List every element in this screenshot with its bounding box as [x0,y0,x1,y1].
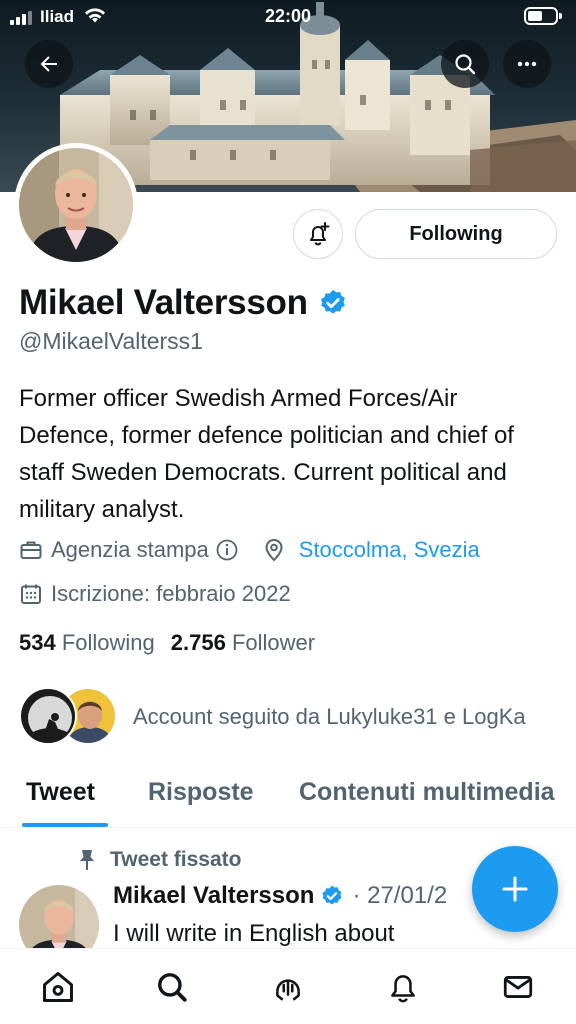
nav-search[interactable] [152,967,192,1007]
messages-icon [503,976,533,998]
calendar-icon [19,582,43,606]
followed-by-avatars [19,685,119,747]
profile-bio: Former officer Swedish Armed Forces/Air … [19,385,514,523]
search-icon [455,54,476,75]
tweet-author-name[interactable]: Mikael Valtersson [113,882,314,910]
verified-badge-icon[interactable] [318,288,348,318]
followed-by-text: Account seguito da Lukyluke31 e LogKa [133,703,526,729]
briefcase-icon [19,538,43,562]
profile-joined-date: Iscrizione: febbraio 2022 [51,581,291,606]
notifications-icon [391,975,415,1003]
profile-handle: @MikaelValterss1 [19,328,203,354]
notifications-bell-button[interactable] [293,209,343,259]
nav-notifications[interactable] [383,967,423,1007]
bell-plus-icon [310,222,330,246]
nav-spaces[interactable] [268,967,308,1007]
status-bar: Iliad 22:00 [0,0,576,34]
tab-replies[interactable]: Risposte [148,778,254,807]
verified-badge-icon [322,885,342,905]
display-name: Mikael Valtersson [19,283,308,322]
profile-tabs: Tweet Risposte Contenuti multimedia [0,770,576,828]
tweet-date: · 27/01/2 [352,882,448,909]
profile-location-link[interactable]: Stoccolma, Svezia [299,537,480,563]
active-tab-indicator [22,823,108,827]
pin-icon [78,849,96,871]
profile-category: Agenzia stampa [51,537,209,562]
more-horizontal-icon [517,61,537,67]
pinned-label-row: Tweet fissato [78,848,241,872]
tweet-header: Mikael Valtersson · 27/01/2 [113,882,447,910]
following-count: 534 [19,630,56,655]
profile-name-row: Mikael Valtersson [19,283,348,323]
home-icon [43,972,73,1002]
more-button[interactable] [503,40,551,88]
followers-stat[interactable]: 2.756 Follower [171,630,315,656]
following-label: Following [61,630,155,655]
location-pin-icon [263,538,285,562]
profile-avatar[interactable] [14,143,138,267]
followed-by-row[interactable]: Account seguito da Lukyluke31 e LogKa [19,685,533,747]
followers-label: Follower [231,630,316,655]
avatar-photo [19,148,133,262]
search-icon [158,973,187,1002]
followers-count: 2.756 [170,630,226,655]
pinned-label: Tweet fissato [110,848,242,871]
tweet-text[interactable]: I will write in English about [113,920,394,948]
spaces-icon [276,979,300,1001]
nav-messages[interactable] [498,967,538,1007]
back-button[interactable] [25,40,73,88]
tab-tweet[interactable]: Tweet [26,778,95,807]
tab-media[interactable]: Contenuti multimedia [299,778,555,807]
battery-level [528,11,542,21]
battery-icon [524,7,562,25]
arrow-left-icon [40,56,57,72]
profile-meta-joined: Iscrizione: febbraio 2022 [19,581,291,607]
profile-meta-category-location: Agenzia stampa Stoccolma, Svezia [19,537,480,563]
following-button[interactable]: Following [355,209,557,259]
bottom-navigation [0,948,576,1024]
clock: 22:00 [264,6,312,26]
follower-avatar-1 [19,687,77,745]
info-icon[interactable] [215,538,239,562]
compose-tweet-button[interactable] [472,846,558,932]
following-stat[interactable]: 534 Following [19,630,155,656]
plus-icon [502,876,528,902]
profile-stats: 534 Following 2.756 Follower [19,630,315,656]
search-button[interactable] [441,40,489,88]
nav-home[interactable] [38,967,78,1007]
